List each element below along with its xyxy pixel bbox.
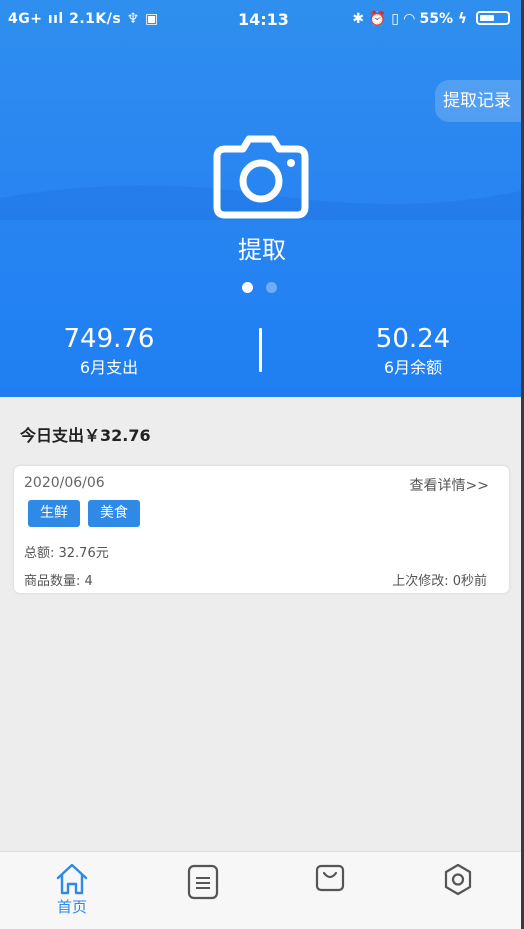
record-last-modified: 上次修改: 0秒前: [392, 574, 487, 589]
alarm-icon: ⏰: [368, 11, 387, 27]
view-details-link[interactable]: 查看详情>>: [410, 475, 489, 495]
settings-icon: [444, 863, 472, 896]
extract-record-button[interactable]: 提取记录: [435, 80, 524, 122]
monthly-expense-value: 749.76: [63, 324, 155, 354]
monthly-balance: 50.24 6月余额: [313, 322, 513, 380]
home-icon: [56, 863, 88, 895]
tag-fresh[interactable]: 生鲜: [28, 500, 80, 527]
clock: 14:13: [238, 10, 289, 29]
bag-icon: [315, 864, 345, 892]
status-bar: 4G+ ııl 2.1K/s ♆ ▣ 14:13 ✱ ⏰ ▯ ◠ 55% ϟ: [0, 0, 524, 38]
extract-label: 提取: [238, 236, 286, 264]
vibrate-icon: ▯: [391, 11, 399, 27]
monthly-balance-label: 6月余额: [383, 358, 443, 377]
bottom-nav: 首页: [0, 851, 524, 929]
nav-home-label: 首页: [56, 898, 87, 916]
charging-icon: ϟ: [457, 11, 468, 27]
record-item-count: 商品数量: 4: [24, 574, 93, 589]
camera-icon[interactable]: [213, 135, 309, 219]
nav-settings[interactable]: [428, 862, 488, 922]
battery-percent: 55%: [419, 11, 453, 27]
app-screen: 4G+ ııl 2.1K/s ♆ ▣ 14:13 ✱ ⏰ ▯ ◠ 55% ϟ 提…: [0, 0, 524, 929]
nav-bag[interactable]: [300, 862, 360, 922]
monthly-expense-label: 6月支出: [79, 358, 139, 377]
carousel-indicator: [242, 282, 282, 294]
record-date: 2020/06/06: [24, 475, 105, 491]
list-icon: [187, 864, 219, 900]
nav-list[interactable]: [173, 862, 233, 922]
battery-icon: [476, 11, 510, 25]
bluetooth-icon: ✱: [352, 11, 365, 27]
monthly-balance-value: 50.24: [375, 324, 451, 354]
nav-home[interactable]: 首页: [42, 862, 102, 922]
tag-food[interactable]: 美食: [88, 500, 140, 527]
system-indicators: ✱ ⏰ ▯ ◠ 55% ϟ: [352, 11, 510, 27]
wifi-icon: ◠: [403, 11, 415, 27]
carousel-dot[interactable]: [266, 282, 277, 293]
record-total: 总额: 32.76元: [24, 546, 109, 561]
monthly-expense: 749.76 6月支出: [9, 322, 209, 380]
carousel-dot-active[interactable]: [242, 282, 253, 293]
today-expense: 今日支出￥32.76: [20, 426, 151, 445]
record-card[interactable]: 2020/06/06 查看详情>> 生鲜 美食 总额: 32.76元 商品数量:…: [14, 466, 509, 593]
stats-divider: [259, 328, 262, 372]
header-banner: 4G+ ııl 2.1K/s ♆ ▣ 14:13 ✱ ⏰ ▯ ◠ 55% ϟ 提…: [0, 0, 524, 397]
network-status: 4G+ ııl 2.1K/s ♆ ▣: [8, 11, 159, 27]
